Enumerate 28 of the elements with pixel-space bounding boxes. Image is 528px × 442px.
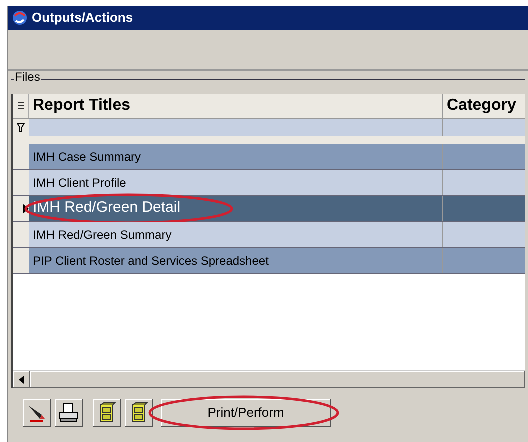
window-title: Outputs/Actions	[32, 9, 134, 28]
row-selector[interactable]	[13, 196, 29, 221]
left-arrow-icon	[19, 376, 24, 384]
group-label: Files	[14, 71, 42, 83]
toolbar-button[interactable]	[23, 399, 51, 427]
table-cell: PIP Client Roster and Services Spreadsheet	[29, 248, 443, 273]
table-row[interactable]: IMH Red/Green Summary	[29, 222, 525, 247]
filter-icon	[17, 123, 25, 132]
scroll-left-button[interactable]	[13, 371, 30, 388]
table-row[interactable]: IMH Client Profile	[29, 170, 525, 195]
toolbar-button[interactable]	[55, 399, 83, 427]
table-row[interactable]: PIP Client Roster and Services Spreadsheet	[29, 248, 525, 273]
file-cabinet-icon	[98, 402, 116, 424]
file-cabinet-icon	[130, 402, 148, 424]
filter-cell[interactable]	[443, 119, 525, 136]
toolbar-button[interactable]	[93, 399, 121, 427]
print-perform-button[interactable]: Print/Perform	[161, 399, 331, 427]
toolbar-button[interactable]	[125, 399, 153, 427]
column-header[interactable]: Report Titles	[29, 94, 443, 118]
filter-cell[interactable]	[29, 119, 443, 136]
table-cell: IMH Red/Green Summary	[29, 222, 443, 247]
table-cell: IMH Client Profile	[29, 170, 443, 195]
app-icon	[12, 10, 28, 26]
column-header[interactable]: Category	[443, 94, 525, 118]
printer-icon	[58, 402, 80, 424]
table-cell: IMH Case Summary	[29, 144, 443, 169]
column-chooser-icon	[18, 102, 24, 110]
table-row[interactable]: IMH Case Summary	[29, 144, 525, 169]
